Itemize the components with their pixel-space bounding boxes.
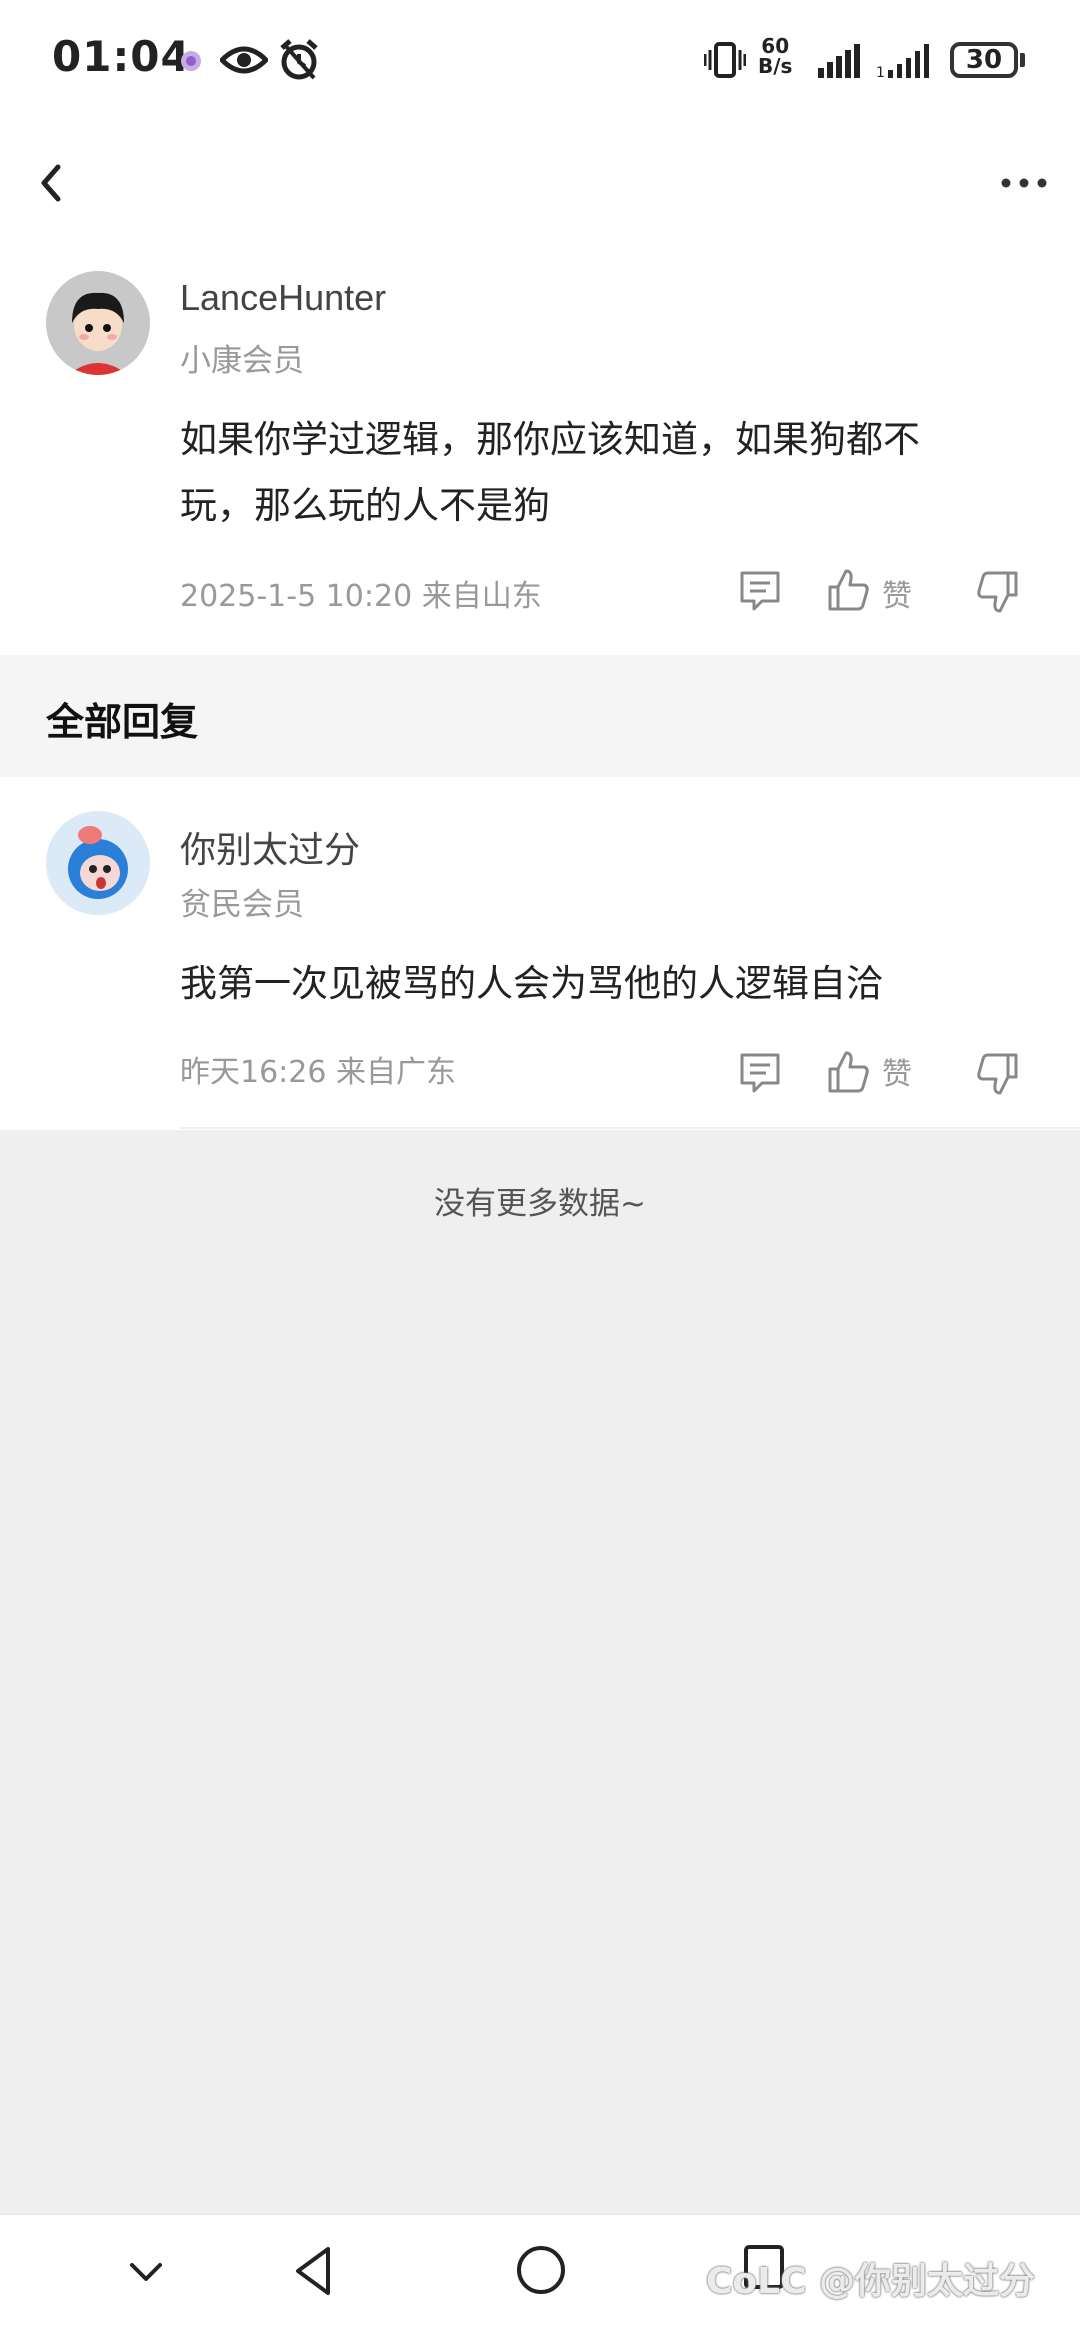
member-level: 小康会员	[180, 343, 304, 379]
notification-icon	[181, 51, 201, 71]
thumbs-up-icon[interactable]	[826, 567, 870, 613]
thumbs-down-icon[interactable]	[976, 569, 1020, 615]
reply-item: 你别太过分 贫民会员 我第一次见被骂的人会为骂他的人逻辑自洽 昨天16:26 来…	[0, 777, 1080, 1130]
comment-icon[interactable]	[738, 1051, 782, 1095]
battery-tip	[1020, 53, 1025, 67]
comment-text: 如果你学过逻辑，那你应该知道，如果狗都不 玩，那么玩的人不是狗	[180, 407, 1040, 539]
username[interactable]: 你别太过分	[180, 821, 360, 873]
watermark: CoLC @你别太过分	[706, 2261, 1036, 2302]
comment-text-line: 如果你学过逻辑，那你应该知道，如果狗都不	[180, 418, 920, 461]
signal-icon	[818, 44, 860, 78]
avatar[interactable]	[46, 271, 150, 375]
divider	[180, 1127, 1080, 1129]
chevron-down-icon[interactable]	[124, 2251, 168, 2295]
avatar-image	[46, 811, 150, 915]
more-horizontal-icon[interactable]	[996, 163, 1056, 203]
battery-indicator: 30	[950, 42, 1018, 78]
net-speed-value: 60	[761, 34, 790, 58]
back-triangle-icon[interactable]	[292, 2243, 336, 2299]
signal-icon-2: 1	[876, 44, 929, 78]
section-title: 全部回复	[46, 700, 199, 744]
status-time: 01:04	[52, 32, 191, 81]
thumbs-down-icon[interactable]	[976, 1051, 1020, 1097]
like-label[interactable]: 赞	[882, 571, 912, 615]
reply-meta: 昨天16:26 来自广东	[180, 1055, 456, 1090]
status-bar: 01:04 60 B/s 1 30	[0, 0, 1080, 125]
top-nav	[0, 125, 1080, 255]
comment-text-line: 玩，那么玩的人不是狗	[180, 484, 550, 527]
comment-icon[interactable]	[738, 569, 782, 613]
avatar[interactable]	[46, 811, 150, 915]
avatar-image	[46, 271, 150, 375]
thumbs-up-icon[interactable]	[826, 1049, 870, 1095]
like-label[interactable]: 赞	[882, 1049, 912, 1093]
comment-meta: 2025-1-5 10:20 来自山东	[180, 579, 542, 614]
username[interactable]: LanceHunter	[180, 277, 386, 319]
home-circle-icon[interactable]	[514, 2243, 568, 2297]
alarm-icon	[280, 39, 318, 80]
member-level: 贫民会员	[180, 887, 304, 923]
reply-text: 我第一次见被骂的人会为骂他的人逻辑自洽	[180, 962, 883, 1005]
chevron-left-icon[interactable]	[30, 153, 74, 213]
replies-header: 全部回复	[0, 655, 1080, 777]
network-speed: 60 B/s	[758, 36, 792, 76]
main-comment: LanceHunter 小康会员 如果你学过逻辑，那你应该知道，如果狗都不 玩，…	[0, 255, 1080, 655]
no-more-data-text: 没有更多数据~	[434, 1186, 646, 1222]
svg-text:1: 1	[876, 65, 885, 78]
vibrate-icon	[704, 42, 746, 78]
net-speed-unit: B/s	[758, 54, 793, 78]
eye-icon	[220, 46, 268, 74]
